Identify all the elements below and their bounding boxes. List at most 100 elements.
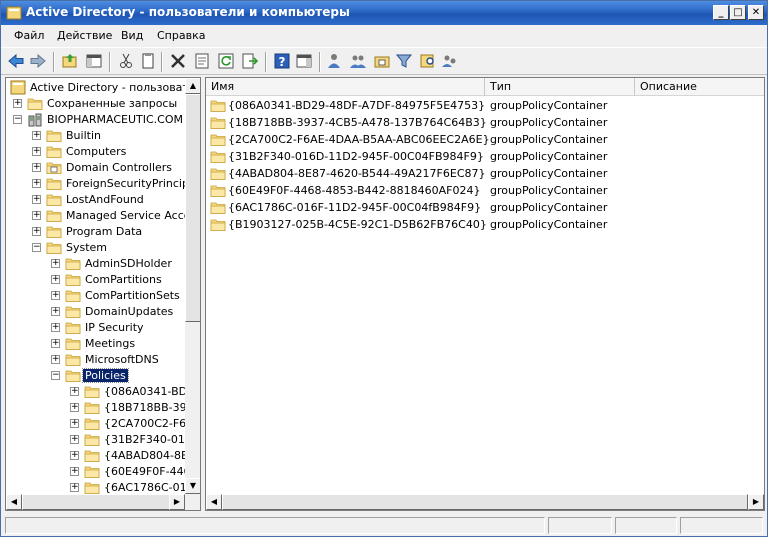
expand-icon[interactable]: + xyxy=(32,147,41,156)
tree-item[interactable]: + {4ABAD804-8E8 xyxy=(6,448,195,464)
expand-icon[interactable]: + xyxy=(51,291,60,300)
list-item[interactable]: {4ABAD804-8E87-4620-B544-49A217F6EC87} gr… xyxy=(206,165,764,182)
tree-item[interactable]: + ForeignSecurityPrincipal xyxy=(6,176,199,192)
expand-icon[interactable]: + xyxy=(51,323,60,332)
scroll-thumb[interactable] xyxy=(22,494,172,510)
collapse-icon[interactable]: − xyxy=(51,371,60,380)
expand-icon[interactable]: + xyxy=(51,339,60,348)
folder-icon xyxy=(84,448,100,463)
expand-icon[interactable]: + xyxy=(32,163,41,172)
scroll-down-icon[interactable]: ▼ xyxy=(185,478,200,494)
column-header-name[interactable]: Имя xyxy=(206,78,485,96)
tree-item[interactable]: + Domain Controllers xyxy=(6,160,184,176)
tree-item[interactable]: + {31B2F340-016 xyxy=(6,432,192,448)
scroll-left-icon[interactable]: ◀ xyxy=(206,494,222,510)
scroll-thumb[interactable] xyxy=(222,494,748,510)
tree-item[interactable]: + Meetings xyxy=(6,336,184,352)
menu-help[interactable]: Справка xyxy=(157,29,205,42)
list-item[interactable]: {60E49F0F-4468-4853-B442-8818460AF024} gr… xyxy=(206,182,764,199)
collapse-icon[interactable]: − xyxy=(32,243,41,252)
filter-icon[interactable] xyxy=(395,52,413,70)
expand-icon[interactable]: + xyxy=(32,211,41,220)
tree-item[interactable]: − Policies xyxy=(6,368,184,384)
tree-root[interactable]: Active Directory - пользовате xyxy=(6,80,196,96)
refresh-icon[interactable] xyxy=(217,52,235,70)
expand-icon[interactable]: + xyxy=(70,451,79,460)
tree-item[interactable]: + DomainUpdates xyxy=(6,304,184,320)
new-group-icon[interactable] xyxy=(349,52,367,70)
expand-icon[interactable]: + xyxy=(32,227,41,236)
tree-item[interactable]: + ComPartitionSets xyxy=(6,288,184,304)
scroll-right-icon[interactable]: ▶ xyxy=(748,494,764,510)
maximize-button[interactable]: □ xyxy=(730,5,746,20)
new-ou-icon[interactable] xyxy=(373,52,391,70)
expand-icon[interactable]: + xyxy=(70,467,79,476)
find-icon[interactable] xyxy=(419,52,437,70)
export-list-icon[interactable] xyxy=(241,52,259,70)
tree-item[interactable]: + {18B718BB-393 xyxy=(6,400,194,416)
expand-icon[interactable]: + xyxy=(13,99,22,108)
folder-icon xyxy=(46,208,62,223)
help-icon[interactable]: ? xyxy=(273,52,291,70)
collapse-icon[interactable]: − xyxy=(13,115,22,124)
tree-item[interactable]: + Managed Service Accou xyxy=(6,208,197,224)
menu-file[interactable]: Файл xyxy=(14,29,44,42)
tree-item[interactable]: + Builtin xyxy=(6,128,184,144)
expand-icon[interactable]: + xyxy=(32,179,41,188)
delete-icon[interactable] xyxy=(169,52,187,70)
tree-item[interactable]: + {2CA700C2-F6A xyxy=(6,416,194,432)
menu-action[interactable]: Действие xyxy=(57,29,112,42)
tree-item[interactable]: + IP Security xyxy=(6,320,184,336)
expand-icon[interactable]: + xyxy=(32,131,41,140)
scroll-right-icon[interactable]: ▶ xyxy=(169,494,185,510)
expand-icon[interactable]: + xyxy=(70,435,79,444)
expand-icon[interactable]: + xyxy=(70,387,79,396)
list-item[interactable]: {6AC1786C-016F-11D2-945F-00C04fB984F9} gr… xyxy=(206,199,764,216)
copy-icon[interactable] xyxy=(139,52,157,70)
tree-item[interactable]: + {086A0341-BD2 xyxy=(6,384,194,400)
expand-icon[interactable]: + xyxy=(51,355,60,364)
new-user-icon[interactable] xyxy=(325,52,343,70)
tree-item[interactable]: + Сохраненные запросы xyxy=(6,96,184,112)
show-action-pane-icon[interactable] xyxy=(295,52,313,70)
tree-item[interactable]: + Computers xyxy=(6,144,184,160)
list-item[interactable]: {31B2F340-016D-11D2-945F-00C04FB984F9} gr… xyxy=(206,148,764,165)
scroll-up-icon[interactable]: ▲ xyxy=(185,78,200,94)
column-header-type[interactable]: Тип xyxy=(485,78,635,96)
tree-item[interactable]: + {60E49F0F-446 xyxy=(6,464,191,480)
cut-icon[interactable] xyxy=(117,52,135,70)
up-folder-icon[interactable] xyxy=(61,52,79,70)
properties-icon[interactable] xyxy=(193,52,211,70)
list-horizontal-scrollbar[interactable]: ◀ ▶ xyxy=(206,494,764,510)
tree-item[interactable]: + LostAndFound xyxy=(6,192,184,208)
scroll-left-icon[interactable]: ◀ xyxy=(6,494,22,510)
tree-item[interactable]: + Program Data xyxy=(6,224,184,240)
column-header-description[interactable]: Описание xyxy=(635,78,764,96)
tree-item[interactable]: + MicrosoftDNS xyxy=(6,352,184,368)
minimize-button[interactable]: _ xyxy=(713,5,729,20)
add-to-group-icon[interactable] xyxy=(441,52,459,70)
tree-item[interactable]: − BIOPHARMACEUTIC.COM xyxy=(6,112,184,128)
show-hide-console-tree-icon[interactable] xyxy=(85,52,103,70)
menu-view[interactable]: Вид xyxy=(121,29,143,42)
close-button[interactable]: ✕ xyxy=(748,5,764,20)
list-item[interactable]: {086A0341-BD29-48DF-A7DF-84975F5E4753} gr… xyxy=(206,97,764,114)
expand-icon[interactable]: + xyxy=(70,419,79,428)
tree-item[interactable]: + ComPartitions xyxy=(6,272,184,288)
expand-icon[interactable]: + xyxy=(51,259,60,268)
expand-icon[interactable]: + xyxy=(70,403,79,412)
expand-icon[interactable]: + xyxy=(32,195,41,204)
list-item[interactable]: {B1903127-025B-4C5E-92C1-D5B62FB76C40} gr… xyxy=(206,216,764,233)
forward-arrow-icon[interactable] xyxy=(29,52,47,70)
list-item[interactable]: {2CA700C2-F6AE-4DAA-B5AA-ABC06EEC2A6E} gr… xyxy=(206,131,764,148)
tree-item[interactable]: − System xyxy=(6,240,184,256)
expand-icon[interactable]: + xyxy=(51,307,60,316)
tree-vertical-scrollbar[interactable]: ▲ ▼ xyxy=(185,78,200,494)
expand-icon[interactable]: + xyxy=(51,275,60,284)
scroll-thumb[interactable] xyxy=(185,94,200,322)
expand-icon[interactable]: + xyxy=(70,483,79,492)
list-item[interactable]: {18B718BB-3937-4CB5-A478-137B764C64B3} gr… xyxy=(206,114,764,131)
tree-horizontal-scrollbar[interactable]: ◀ ▶ xyxy=(6,494,185,510)
back-arrow-icon[interactable] xyxy=(7,52,25,70)
tree-item[interactable]: + AdminSDHolder xyxy=(6,256,184,272)
